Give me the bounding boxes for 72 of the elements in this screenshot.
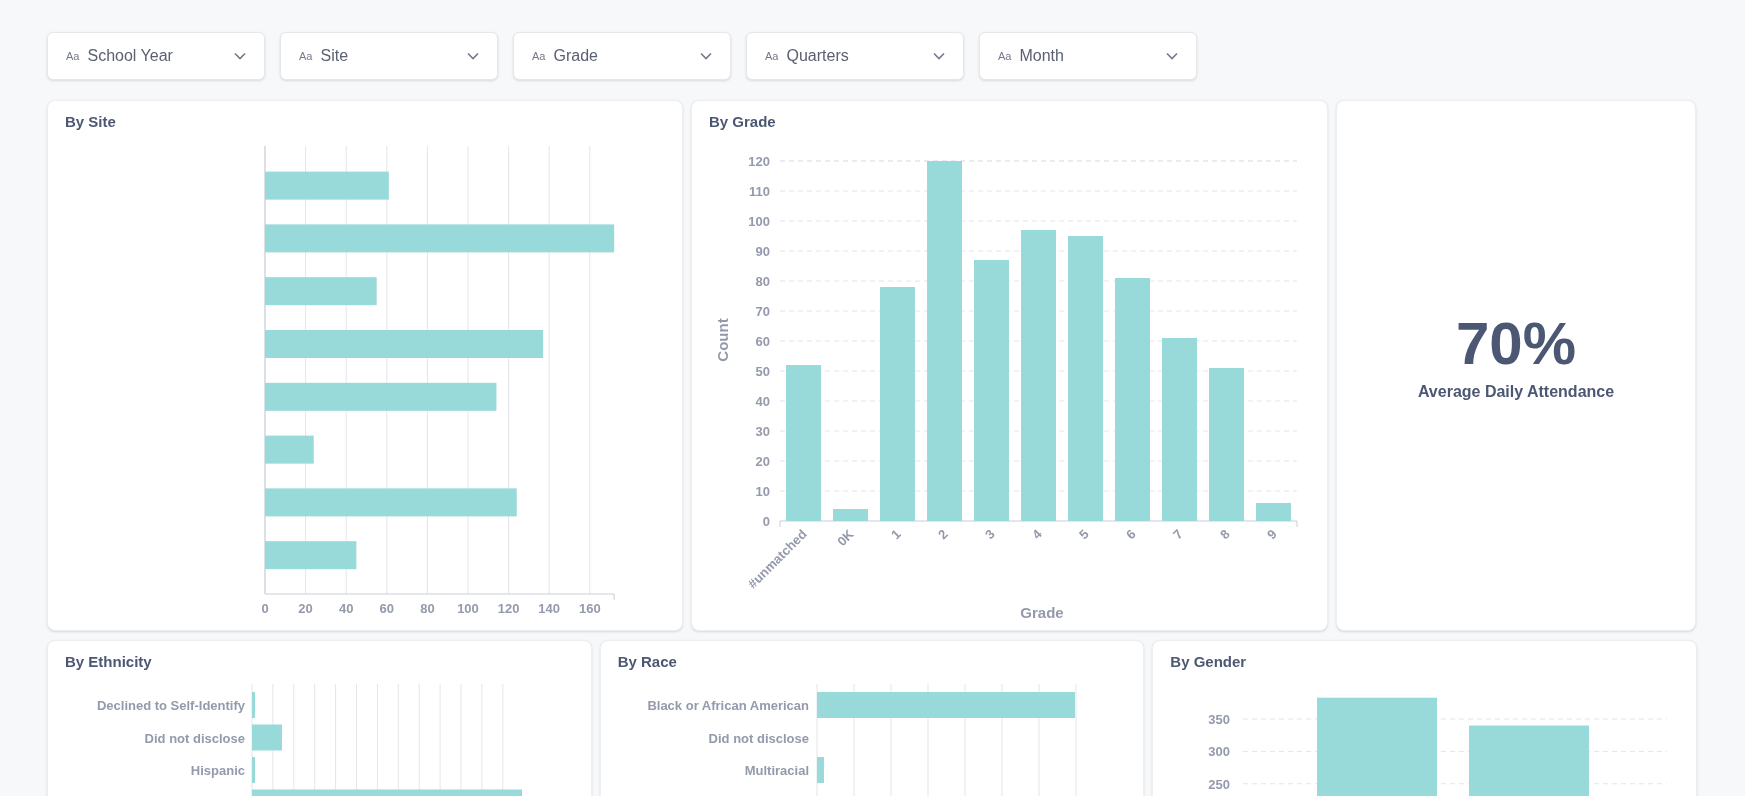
- axis-tick-label: 4: [1028, 526, 1045, 543]
- axis-tick-label: 0K: [834, 526, 857, 549]
- axis-tick-label: 2: [934, 526, 951, 543]
- axis-tick-label: 60: [379, 601, 395, 616]
- axis-tick-label: 7: [1169, 526, 1186, 543]
- axis-tick-label: 8: [1216, 526, 1233, 543]
- kpi-label: Average Daily Attendance: [1417, 381, 1615, 402]
- axis-title: Count: [714, 318, 731, 362]
- card-title: By Gender: [1170, 653, 1247, 670]
- card-title: By Grade: [709, 113, 776, 130]
- axis-title: Grade: [1020, 604, 1064, 621]
- bar: [1256, 503, 1291, 521]
- axis-tick-label: 250: [1208, 776, 1231, 792]
- filter-dropdown[interactable]: Aa Site: [280, 32, 498, 80]
- bar-label: Multiracial: [744, 763, 809, 778]
- axis-tick-label: 10: [755, 484, 770, 499]
- axis-tick-label: 80: [420, 601, 435, 616]
- bar: [252, 757, 255, 783]
- axis-tick-label: 9: [1263, 526, 1280, 543]
- bar: [816, 757, 824, 783]
- bar: [833, 509, 868, 521]
- chevron-down-icon: [1166, 52, 1178, 60]
- filter-dropdown[interactable]: Aa Grade: [513, 32, 731, 80]
- bar: [252, 724, 282, 751]
- text-type-label: Aa: [765, 48, 779, 64]
- bar: [252, 692, 255, 718]
- chevron-down-icon: [234, 52, 246, 60]
- axis-tick-label: 300: [1208, 744, 1231, 760]
- filter-dropdown[interactable]: Aa Quarters: [746, 32, 964, 80]
- bar-label: Did not disclose: [708, 730, 809, 746]
- axis-tick-label: 120: [748, 154, 770, 169]
- chevron-down-icon: [467, 52, 479, 60]
- axis-tick-label: 100: [457, 601, 479, 616]
- bar-label: Hispanic: [190, 763, 245, 778]
- card-title: By Ethnicity: [65, 653, 152, 670]
- axis-tick-label: 3: [981, 526, 998, 543]
- bar: [265, 435, 314, 464]
- axis-tick-label: 1: [887, 526, 904, 543]
- axis-tick-label: 40: [338, 601, 354, 616]
- axis-tick-label: 80: [755, 274, 770, 289]
- bar-label: Black or African American: [647, 698, 809, 713]
- card-title: By Site: [65, 113, 116, 130]
- chevron-down-icon: [933, 52, 945, 60]
- text-type-label: Aa: [998, 48, 1012, 64]
- text-type-label: Aa: [66, 48, 80, 64]
- kpi-value: 70%: [1455, 311, 1577, 376]
- chevron-down-icon: [700, 52, 712, 60]
- axis-tick-label: 6: [1122, 526, 1139, 543]
- axis-tick-label: 5: [1075, 526, 1092, 543]
- axis-tick-label: 110: [749, 184, 770, 199]
- axis-tick-label: 40: [755, 394, 770, 409]
- text-type-label: Aa: [532, 48, 546, 64]
- filter-dropdown[interactable]: Aa Month: [979, 32, 1197, 80]
- bar-label: Declined to Self-Identify: [96, 698, 245, 713]
- axis-tick-label: 20: [755, 454, 770, 469]
- card-title: By Race: [617, 653, 677, 670]
- axis-tick-label: 120: [497, 601, 520, 616]
- axis-tick-label: 20: [298, 601, 313, 616]
- axis-tick-label: 90: [755, 244, 770, 259]
- axis-tick-label: 0: [261, 601, 269, 616]
- text-type-label: Aa: [299, 48, 313, 64]
- axis-tick-label: 70: [755, 304, 770, 319]
- axis-tick-label: 50: [755, 364, 770, 379]
- axis-tick-label: 60: [755, 334, 770, 349]
- axis-tick-label: 0: [762, 514, 770, 529]
- axis-tick-label: 160: [578, 601, 601, 616]
- axis-tick-label: 100: [748, 214, 770, 229]
- axis-tick-label: 30: [755, 424, 770, 439]
- axis-tick-label: 140: [538, 601, 561, 616]
- axis-tick-label: 350: [1208, 712, 1231, 728]
- bar-label: Did not disclose: [144, 730, 245, 746]
- filter-dropdown[interactable]: Aa School Year: [47, 32, 265, 80]
